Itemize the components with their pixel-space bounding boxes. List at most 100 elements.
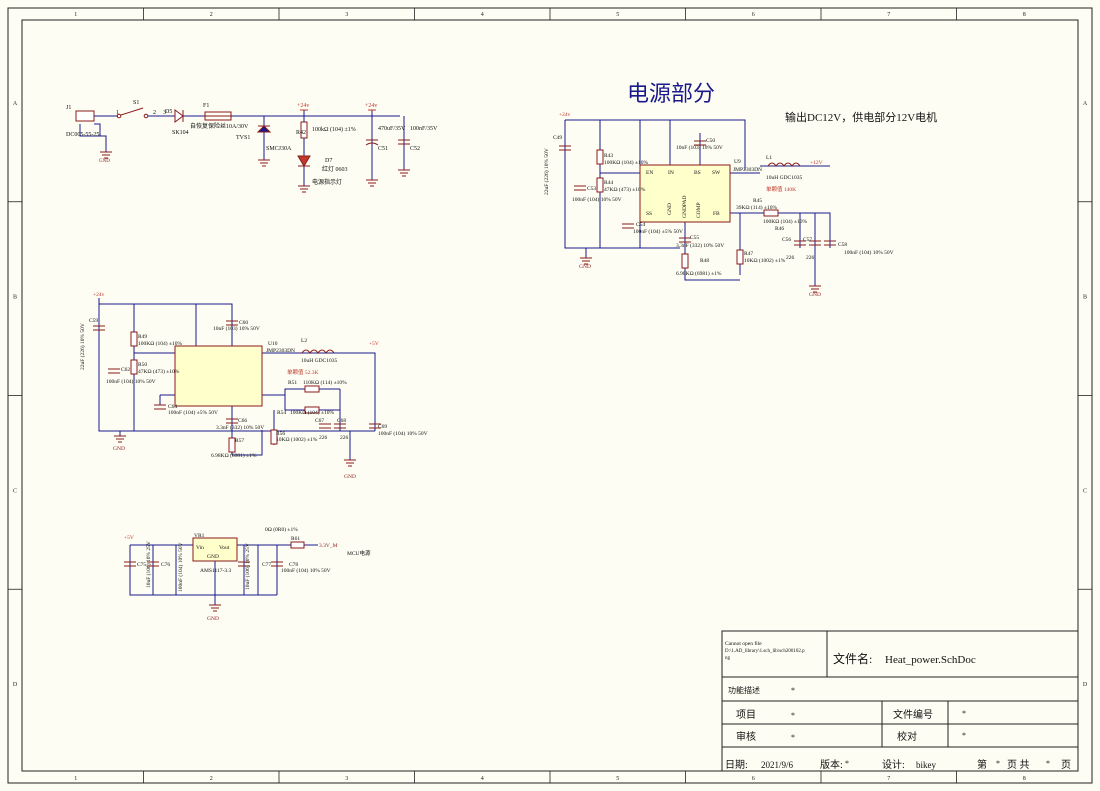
label-c54-val: 100nF (104) ±5% 50V <box>633 228 683 235</box>
label-r45-val: 39KΩ (114) ±10% <box>736 204 778 211</box>
tb-design-label: 设计: <box>882 758 905 771</box>
tb-date-label: 日期: <box>725 759 748 771</box>
label-c66: C66 <box>238 418 247 424</box>
label-l2: L2 <box>301 338 307 344</box>
label-r50-val: 47KΩ (473) ±10% <box>138 368 180 375</box>
tb-version-label: 版本: <box>820 758 843 771</box>
label-c57-val: 226 <box>806 255 815 261</box>
c62-cap <box>108 368 120 374</box>
label-s1-pin1: 1 <box>116 110 119 116</box>
label-r48: R48 <box>700 258 709 264</box>
label-c52: C52 <box>410 146 420 152</box>
r51-resistor <box>304 385 320 393</box>
label-12-note: 单颗值 140K <box>766 185 796 193</box>
tb-file-no-val: * <box>962 709 966 718</box>
tb-func-label: 功能描述 <box>728 685 760 695</box>
r48-resistor <box>681 253 689 269</box>
r47-resistor <box>736 249 744 265</box>
zone-col-bottom-3: 3 <box>345 776 348 782</box>
label-c77: C77 <box>262 562 271 568</box>
label-5-gnd2: GND <box>344 474 356 480</box>
label-c78-val: 100nF (104) 10% 50V <box>281 567 331 574</box>
label-5-gnd1: GND <box>113 446 125 452</box>
label-ldo-net-5v: +5V <box>124 535 134 541</box>
zone-col-top-1: 1 <box>74 12 77 18</box>
label-r45: R45 <box>753 198 762 204</box>
d5-diode <box>174 109 184 123</box>
tb-design-val: bikey <box>916 760 936 770</box>
label-s1: S1 <box>133 100 139 106</box>
tb-project-val: * <box>791 711 795 720</box>
label-net-24v-a: +24v <box>297 103 309 109</box>
label-c57: C57 <box>803 237 812 243</box>
tb-date-val: 2021/9/6 <box>761 760 794 770</box>
label-r49: R49 <box>138 334 147 340</box>
label-r49-val: 100KΩ (104) ±10% <box>138 340 182 347</box>
label-r50: R50 <box>138 362 147 368</box>
zone-row-left-D: D <box>13 682 18 688</box>
label-c59-val: 22uF (226) 10% 50V <box>79 323 86 370</box>
zone-col-top-3: 3 <box>345 12 348 18</box>
label-u9-en: EN <box>646 170 653 176</box>
label-c77-val: 10uF (106) 10% 25V <box>244 543 251 590</box>
d7-led <box>297 155 311 167</box>
label-vr1: VR1 <box>194 533 205 539</box>
label-r46: R46 <box>775 226 784 232</box>
label-c50-val: 10nF (103) 10% 50V <box>676 144 723 151</box>
zone-col-bottom-5: 5 <box>616 776 619 782</box>
zone-col-top-6: 6 <box>752 12 755 18</box>
label-c49-val: 22uF (226) 10% 50V <box>543 148 550 195</box>
input-gnd-symbols <box>100 151 410 193</box>
c53-cap <box>574 185 586 191</box>
wire-5-top <box>99 303 233 346</box>
label-c62-val: 100nF (104) 10% 50V <box>106 378 156 385</box>
tb-path-2: ng <box>725 656 731 661</box>
page-subtitle: 输出DC12V，供电部分12V电机 <box>785 110 937 124</box>
label-r48-val: 6.98KΩ (6981) ±1% <box>676 270 722 277</box>
zone-col-top-2: 2 <box>210 12 213 18</box>
label-u9-in: IN <box>668 170 674 176</box>
zone-col-top-4: 4 <box>481 12 484 18</box>
label-u9-part: JMP2303DN <box>733 167 762 173</box>
r44-resistor <box>596 177 604 193</box>
zone-row-left-C: C <box>13 488 17 494</box>
tb-file-name: Heat_power.SchDoc <box>885 654 976 666</box>
label-c52-val: 100nF/35V <box>410 126 438 132</box>
ldo-labels: +5V C75 10uF (106) 10% 25V C76 100nF (10… <box>124 526 371 622</box>
label-c51-val: 470uF/35V <box>378 126 406 132</box>
r43-resistor <box>596 149 604 165</box>
label-r42-val: 100kΩ (104) ±1% <box>312 126 356 133</box>
label-c56: C56 <box>782 237 791 243</box>
label-j1-part: DC005-55-25 <box>66 132 99 138</box>
label-l1-val: 10uH GDC1035 <box>766 175 802 181</box>
label-f1: F1 <box>203 103 209 109</box>
label-r44: R44 <box>604 180 613 186</box>
label-net-24v-b: +24v <box>365 103 377 109</box>
zone-col-bottom-4: 4 <box>481 776 484 782</box>
label-r57-val: 6.98KΩ (6981) ±1% <box>211 452 257 459</box>
label-c75-val: 10uF (106) 10% 25V <box>145 541 152 588</box>
label-c58-val: 100nF (104) 10% 50V <box>844 249 894 256</box>
r49-resistor <box>130 331 138 347</box>
c67-cap <box>319 423 331 429</box>
u10-ic <box>174 345 263 407</box>
label-c76: C76 <box>161 562 170 568</box>
label-r51: R51 <box>288 380 297 386</box>
tb-path-1: D:\1.AD_library\1.sch_lib\sch200102.p <box>725 649 805 654</box>
tb-func-val: * <box>791 686 795 695</box>
label-c55: C55 <box>690 235 699 241</box>
label-u9-bs: BS <box>694 170 701 176</box>
schematic-sheet: 1 1 2 2 3 3 4 4 5 5 6 6 7 7 8 8 A A B B C C D D 电源部分 输出DC12V，供电… <box>7 7 1093 784</box>
label-c66-val: 3.3nF (332) 10% 50V <box>216 424 264 431</box>
j1-jack <box>75 110 95 122</box>
label-5-note: 单颗值 52.3K <box>287 368 319 376</box>
label-c55-val: 3.3nF (332) 10% 50V <box>676 242 724 249</box>
zone-row-left-B: B <box>13 295 17 301</box>
label-c76-val: 100nF (104) 10% 50V <box>177 542 184 592</box>
zone-col-bottom-8: 8 <box>1023 776 1026 782</box>
label-s1-pin2: 2 <box>153 110 156 116</box>
label-vr1-gnd: GND <box>207 554 219 560</box>
label-u9-gnd: GND <box>667 203 673 215</box>
label-c54: C54 <box>636 222 645 228</box>
label-r44-val: 47KΩ (473) ±10% <box>604 186 646 193</box>
